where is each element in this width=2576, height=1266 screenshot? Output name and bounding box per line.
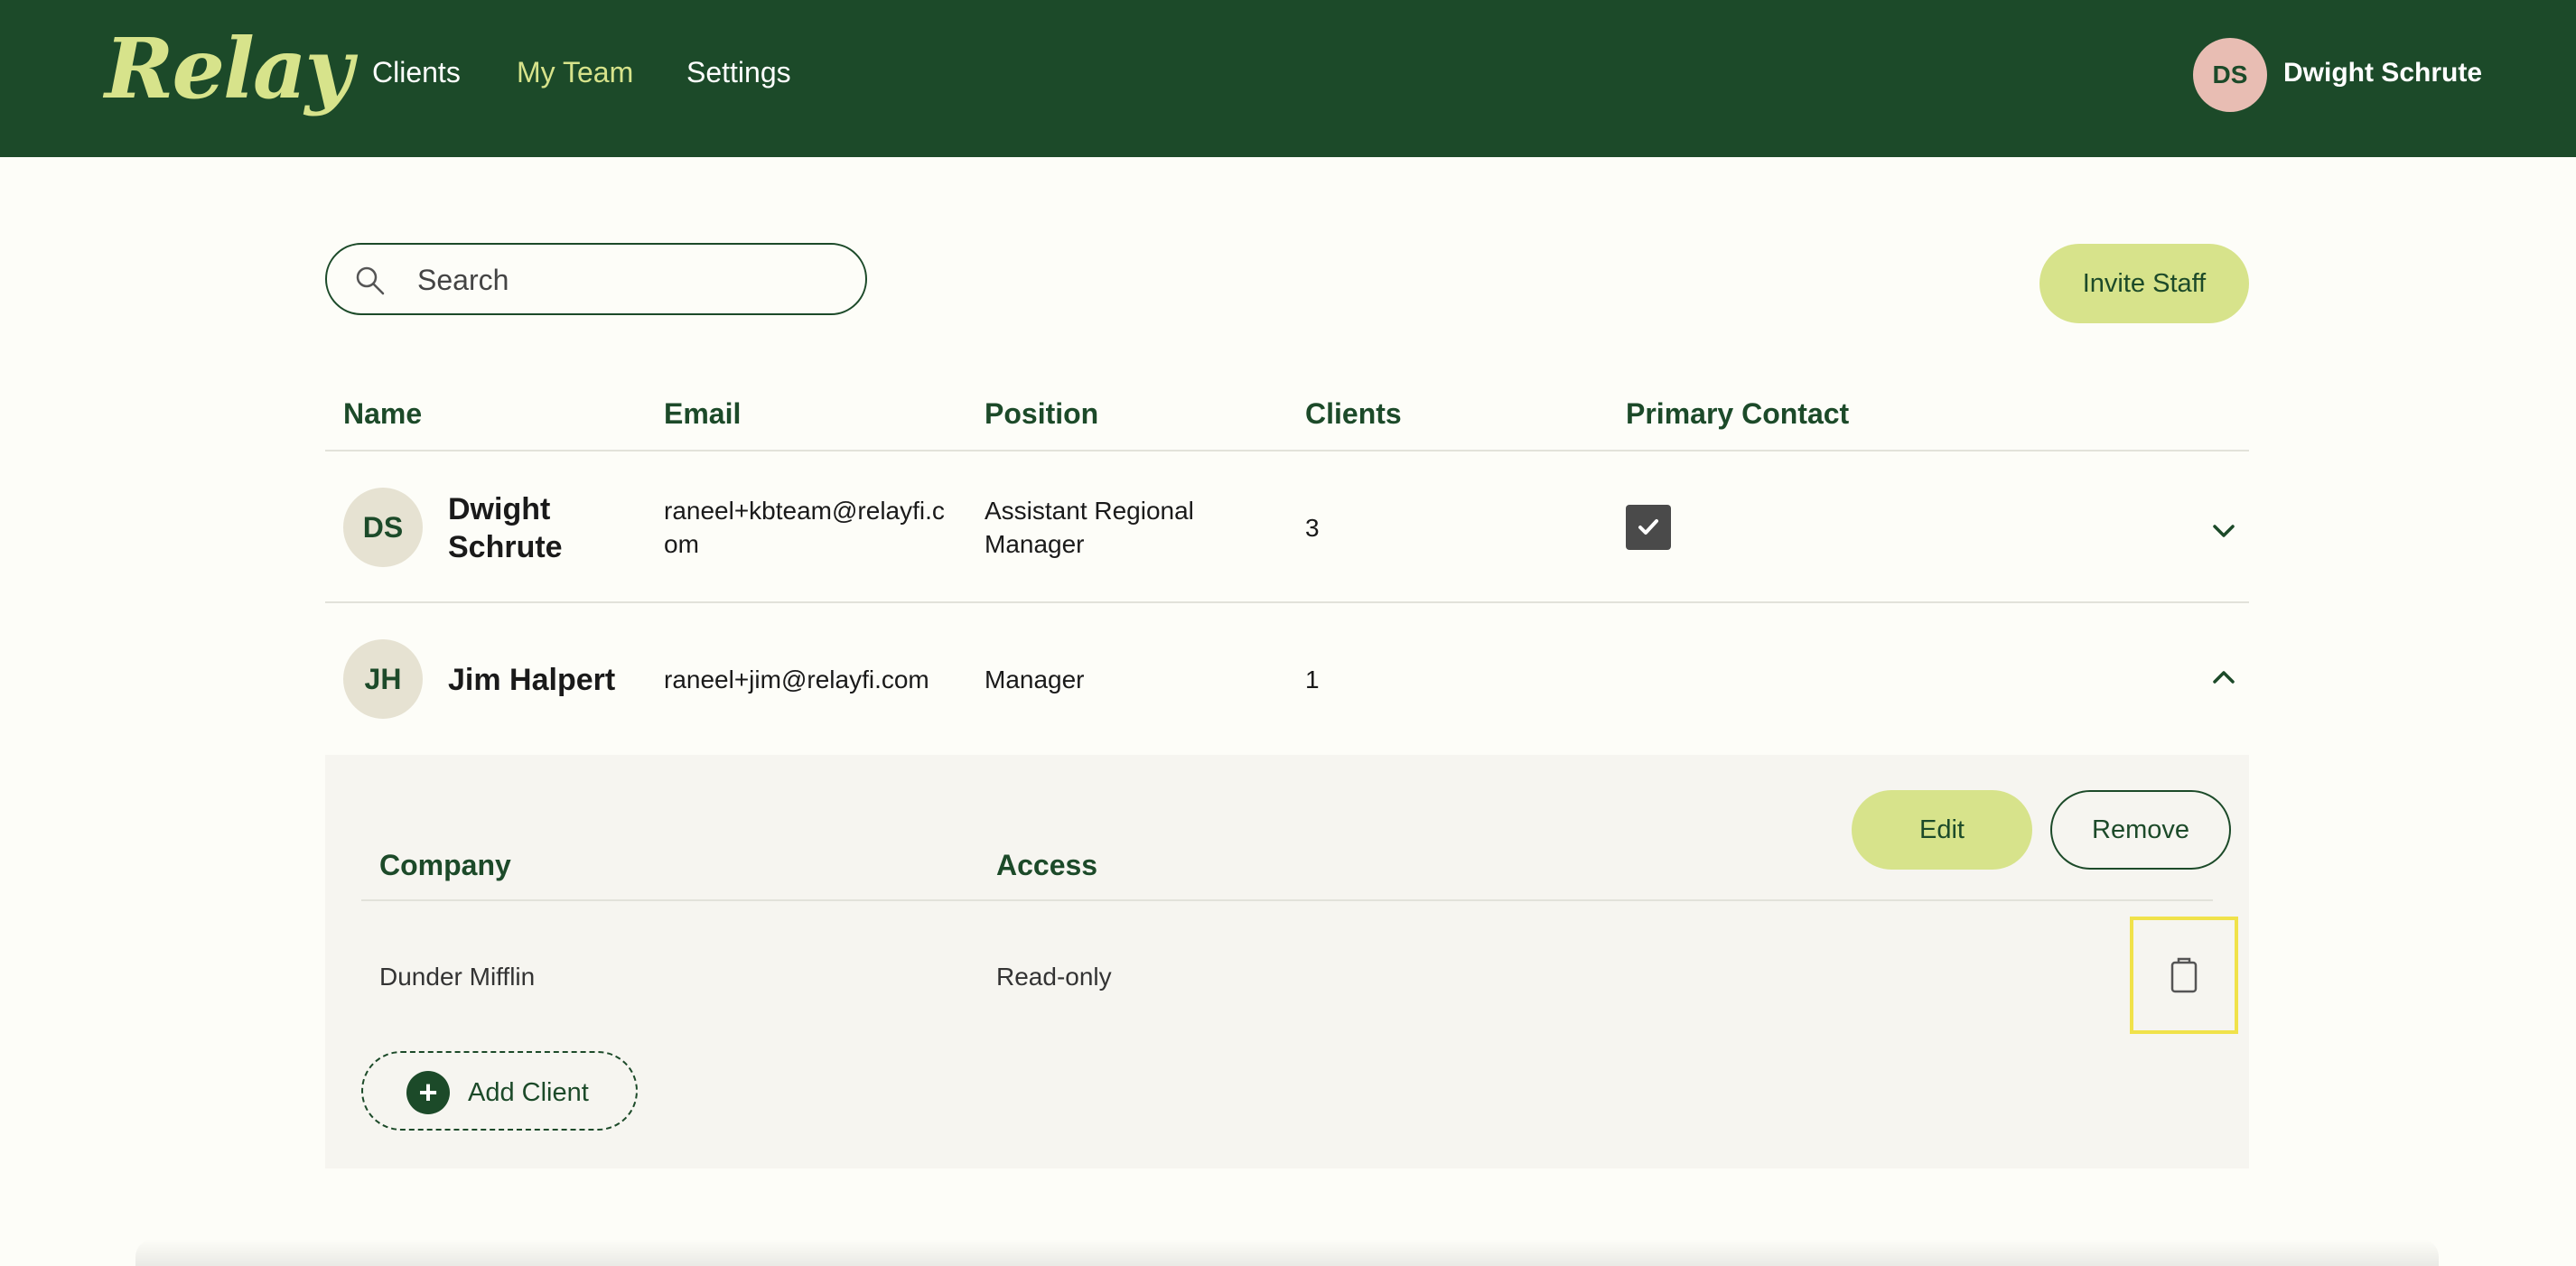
staff-email: raneel+kbteam@relayfi.c om	[664, 494, 945, 561]
column-header-primary-contact: Primary Contact	[1626, 397, 1850, 430]
staff-email-line: om	[664, 530, 699, 558]
staff-clients-count: 1	[1305, 666, 1320, 694]
staff-email: raneel+jim@relayfi.com	[664, 666, 929, 694]
search-input[interactable]	[417, 259, 833, 301]
column-header-name: Name	[343, 397, 423, 430]
nav-clients[interactable]: Clients	[372, 56, 461, 89]
staff-position: Manager	[985, 666, 1085, 694]
column-header-company: Company	[379, 849, 511, 881]
relay-logo[interactable]: Relay	[105, 20, 353, 117]
staff-name: Dwight Schrute	[448, 490, 563, 566]
plus-icon: +	[406, 1071, 450, 1114]
search-icon	[356, 266, 385, 295]
nav-settings[interactable]: Settings	[686, 56, 791, 89]
add-client-label: Add Client	[468, 1078, 589, 1107]
column-header-position: Position	[985, 397, 1099, 430]
staff-name: Jim Halpert	[448, 663, 616, 697]
trash-icon	[2170, 957, 2198, 993]
staff-position-line: Manager	[985, 530, 1085, 558]
column-header-clients: Clients	[1305, 397, 1402, 430]
invite-staff-button[interactable]: Invite Staff	[2039, 244, 2249, 323]
staff-clients-count: 3	[1305, 514, 1320, 542]
staff-position-line: Assistant Regional	[985, 497, 1194, 525]
nav-my-team[interactable]: My Team	[517, 56, 633, 89]
remove-button[interactable]: Remove	[2050, 790, 2231, 870]
column-header-email: Email	[664, 397, 742, 430]
bottom-overlay-edge	[135, 1239, 2439, 1266]
access-level: Read-only	[996, 963, 1112, 991]
edit-button[interactable]: Edit	[1852, 790, 2032, 870]
chevron-down-icon[interactable]	[2211, 522, 2236, 540]
delete-client-button[interactable]	[2130, 917, 2238, 1034]
company-name: Dunder Mifflin	[379, 963, 536, 991]
detail-header-divider	[361, 899, 2213, 901]
row-divider	[325, 601, 2249, 603]
staff-name-line: Dwight	[448, 492, 551, 526]
avatar: DS	[343, 488, 423, 567]
primary-contact-checkbox[interactable]	[1626, 505, 1671, 550]
user-name[interactable]: Dwight Schrute	[2283, 58, 2482, 88]
chevron-up-icon[interactable]	[2211, 668, 2236, 686]
column-header-access: Access	[996, 849, 1098, 881]
search-box[interactable]	[325, 243, 867, 315]
header-divider	[325, 450, 2249, 451]
top-navigation-bar: Relay Clients My Team Settings DS Dwight…	[0, 0, 2576, 157]
staff-position: Assistant Regional Manager	[985, 494, 1194, 561]
checkmark-icon	[1638, 519, 1658, 535]
staff-name-line: Schrute	[448, 530, 563, 564]
user-avatar[interactable]: DS	[2193, 38, 2267, 112]
staff-email-line: raneel+kbteam@relayfi.c	[664, 497, 945, 525]
add-client-button[interactable]: + Add Client	[361, 1051, 638, 1131]
avatar: JH	[343, 639, 423, 719]
